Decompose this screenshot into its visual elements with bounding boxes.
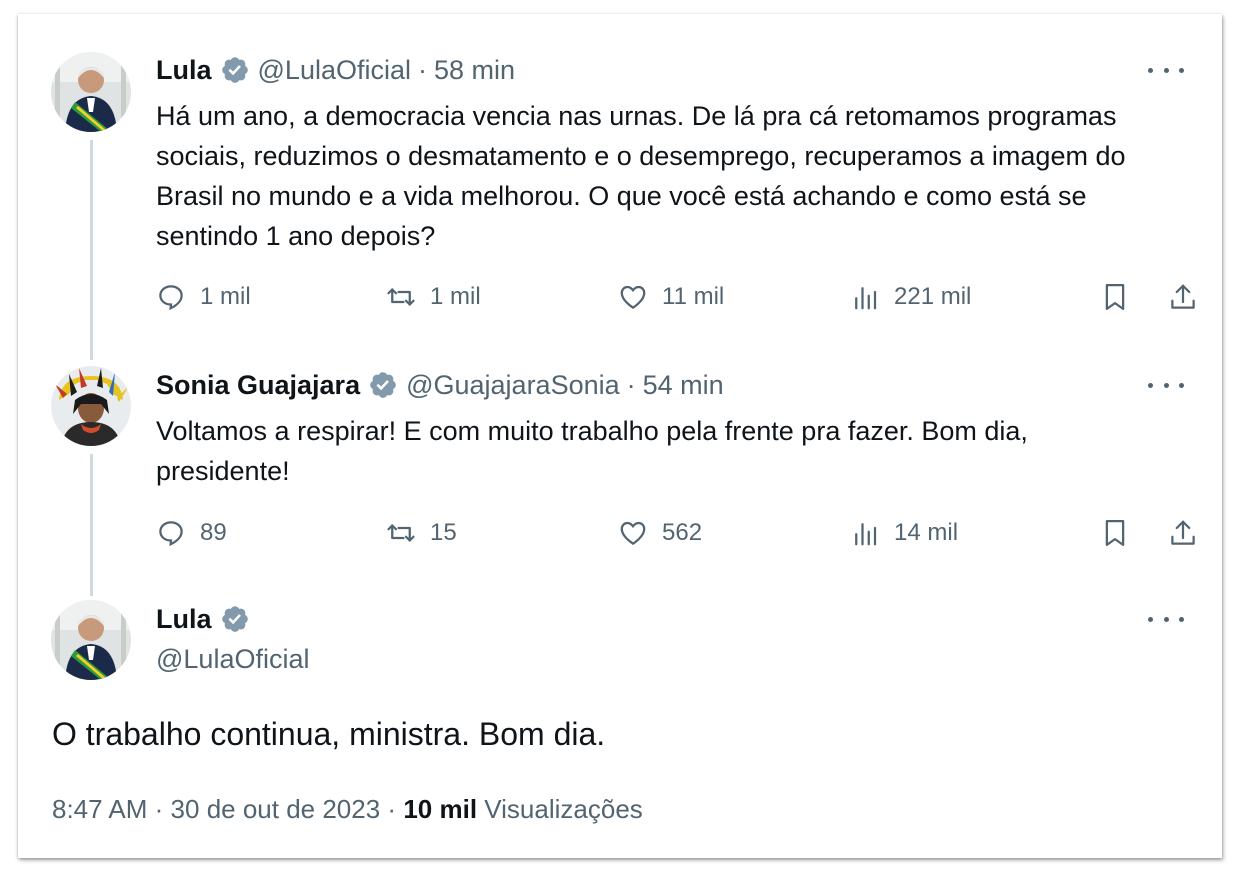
separator-dot: · <box>626 370 636 400</box>
tweet-time[interactable]: 8:47 AM <box>52 794 147 824</box>
bookmark-icon[interactable] <box>1100 518 1130 553</box>
author-name[interactable]: Lula <box>156 54 212 86</box>
retweet-count: 15 <box>430 519 457 546</box>
tweet-text: Voltamos a respirar! E com muito trabalh… <box>156 416 1028 486</box>
tweet-header-handle-row: @LulaOficial <box>156 643 309 675</box>
more-dots-icon[interactable] <box>1148 60 1184 80</box>
reply-count: 1 mil <box>200 283 251 310</box>
share-upload-icon[interactable] <box>1168 518 1198 553</box>
thread-connector <box>90 140 93 360</box>
views-label: Visualizações <box>484 794 643 824</box>
verified-badge-icon <box>220 55 250 85</box>
thread-connector <box>90 454 93 596</box>
separator-dot: · <box>418 55 427 85</box>
heart-icon <box>620 285 646 309</box>
reply-button[interactable]: 89 <box>156 518 227 548</box>
views-count: 14 mil <box>894 519 959 546</box>
tweet-text: Há um ano, a democracia vencia nas urnas… <box>156 101 1126 251</box>
share-upload-icon[interactable] <box>1168 282 1198 317</box>
retweet-count: 1 mil <box>430 283 481 310</box>
avatar[interactable] <box>51 366 131 446</box>
bar-chart-icon <box>855 523 877 546</box>
speech-bubble-icon <box>159 521 183 547</box>
views-button[interactable]: 221 mil <box>850 282 971 312</box>
speech-bubble-icon <box>159 285 183 311</box>
tweet-actions: 89 15 562 14 mil <box>156 518 1196 554</box>
tweet-footer-meta: 8:47 AM · 30 de out de 2023 · 10 mil Vis… <box>52 792 643 826</box>
verified-badge-icon <box>220 604 250 634</box>
retweet-arrows-icon <box>387 288 415 306</box>
more-dots-icon[interactable] <box>1148 375 1184 395</box>
author-handle[interactable]: @GuajajaraSonia <box>406 369 620 401</box>
views-count: 10 mil <box>403 794 478 824</box>
avatar[interactable] <box>51 600 131 680</box>
tweet-header: Lula @LulaOficial · 58 min <box>156 54 515 86</box>
tweet-header: Sonia Guajajara @GuajajaraSonia · 54 min <box>156 369 724 401</box>
tweet-header: Lula <box>156 603 258 635</box>
author-handle[interactable]: @LulaOficial <box>258 54 411 86</box>
heart-icon <box>620 521 646 545</box>
author-name[interactable]: Sonia Guajajara <box>156 369 360 401</box>
views-button[interactable]: 14 mil <box>850 518 958 548</box>
retweet-button[interactable]: 15 <box>386 518 457 548</box>
retweet-arrows-icon <box>387 524 415 542</box>
more-dots-icon[interactable] <box>1148 609 1184 629</box>
like-count: 562 <box>662 519 703 546</box>
author-name[interactable]: Lula <box>156 603 212 635</box>
like-button[interactable]: 562 <box>618 518 702 548</box>
bar-chart-icon <box>855 287 877 310</box>
tweet-date[interactable]: 30 de out de 2023 <box>171 794 381 824</box>
tweet-actions: 1 mil 1 mil 11 mil 221 mil <box>156 282 1196 318</box>
like-button[interactable]: 11 mil <box>618 282 724 312</box>
separator-dot: · <box>387 794 397 824</box>
avatar[interactable] <box>51 52 131 132</box>
reply-button[interactable]: 1 mil <box>156 282 251 312</box>
bookmark-icon[interactable] <box>1100 282 1130 317</box>
retweet-button[interactable]: 1 mil <box>386 282 481 312</box>
views-count: 221 mil <box>894 283 972 310</box>
like-count: 11 mil <box>662 283 725 310</box>
tweet-time[interactable]: 58 min <box>434 54 515 86</box>
reply-count: 89 <box>200 519 227 546</box>
author-handle[interactable]: @LulaOficial <box>156 643 309 675</box>
verified-badge-icon <box>368 370 398 400</box>
main-tweet-text: O trabalho continua, ministra. Bom dia. <box>52 716 606 752</box>
tweet-thread-card: Lula @LulaOficial · 58 min Há um ano, a … <box>18 14 1222 858</box>
separator-dot: · <box>154 794 164 824</box>
tweet-time[interactable]: 54 min <box>643 369 724 401</box>
